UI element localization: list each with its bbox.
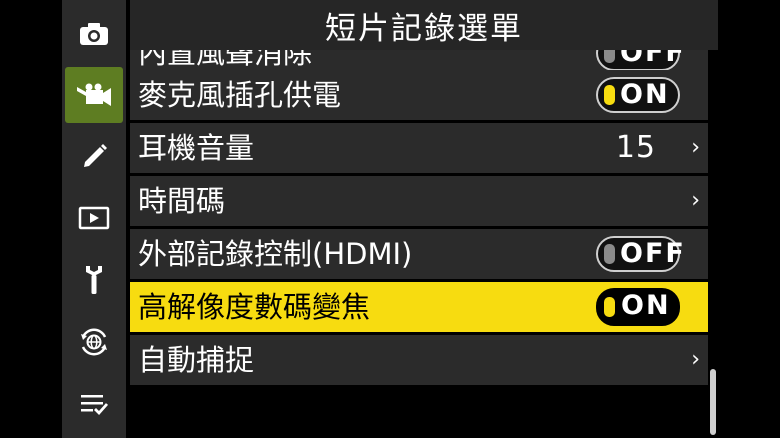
wrench-icon[interactable] xyxy=(62,254,126,306)
scrollbar-thumb[interactable] xyxy=(710,369,716,435)
chevron-right-icon: › xyxy=(691,347,700,372)
menu-item-label: 麥克風插孔供電 xyxy=(138,78,342,112)
movie-camera-icon[interactable] xyxy=(65,67,123,123)
menu-item-label: 自動捕捉 xyxy=(138,343,255,377)
menu-item-headphone-volume[interactable]: 耳機音量 15 › xyxy=(130,123,708,173)
menu-item-label: 高解像度數碼變焦 xyxy=(138,290,371,324)
menu-item-hi-res-digital-zoom[interactable]: 高解像度數碼變焦 ON xyxy=(130,282,708,332)
menu-item-external-record-control[interactable]: 外部記錄控制(HDMI) OFF xyxy=(130,229,708,279)
toggle-state: ON xyxy=(621,290,671,321)
network-icon[interactable] xyxy=(62,316,126,368)
chevron-right-icon: › xyxy=(691,135,700,160)
toggle-state: ON xyxy=(620,79,670,110)
toggle-state: OFF xyxy=(620,238,686,269)
menu-item-mic-jack-power[interactable]: 麥克風插孔供電 ON xyxy=(130,70,708,120)
toggle-knob xyxy=(604,244,615,264)
toggle-switch[interactable]: ON xyxy=(596,288,680,326)
playback-icon[interactable] xyxy=(62,192,126,244)
menu-item-auto-capture[interactable]: 自動捕捉 › xyxy=(130,335,708,385)
menu-item-timecode[interactable]: 時間碼 › xyxy=(130,176,708,226)
toggle-knob xyxy=(604,297,615,317)
chevron-right-icon: › xyxy=(691,188,700,213)
camera-icon[interactable] xyxy=(62,8,126,60)
menu-item-label: 外部記錄控制(HDMI) xyxy=(138,237,413,271)
toggle-switch[interactable]: ON xyxy=(596,77,680,113)
toggle-switch[interactable]: OFF xyxy=(596,236,684,272)
pencil-icon[interactable] xyxy=(62,130,126,182)
scrollbar[interactable] xyxy=(710,55,716,435)
menu-title: 短片記錄選單 xyxy=(130,0,718,50)
menu-list: 內置風聲消除 OFF 麥克風插孔供電 ON 耳機音量 15 › 時間碼 › 外部… xyxy=(130,0,708,438)
menu-item-label: 時間碼 xyxy=(138,184,226,218)
menu-sidebar xyxy=(62,0,126,438)
my-menu-icon[interactable] xyxy=(62,378,126,430)
menu-item-label: 耳機音量 xyxy=(138,131,255,165)
toggle-knob xyxy=(604,85,615,105)
menu-item-value: 15 xyxy=(615,130,656,165)
